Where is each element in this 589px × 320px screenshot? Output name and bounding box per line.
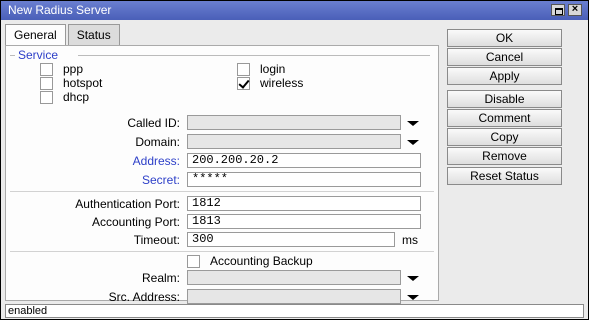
restore-icon[interactable] — [551, 4, 565, 16]
tab-status[interactable]: Status — [67, 24, 120, 45]
src-address-field[interactable] — [187, 289, 401, 304]
called-id-field[interactable] — [187, 115, 401, 130]
reset-status-button[interactable]: Reset Status — [447, 167, 562, 185]
copy-button[interactable]: Copy — [447, 128, 562, 146]
service-login-checkbox[interactable]: login — [237, 62, 285, 76]
comment-button[interactable]: Comment — [447, 109, 562, 127]
remove-button[interactable]: Remove — [447, 147, 562, 165]
checkbox-box[interactable] — [40, 76, 53, 90]
disable-button[interactable]: Disable — [447, 90, 562, 108]
checkbox-label: ppp — [63, 62, 84, 76]
radius-server-window: New Radius Server × General Status Servi… — [0, 0, 589, 320]
chevron-down-icon[interactable] — [407, 140, 419, 145]
domain-label: Domain: — [135, 135, 180, 149]
chevron-down-icon[interactable] — [407, 295, 419, 300]
src-address-label: Src. Address: — [108, 290, 180, 304]
checkbox-label: dhcp — [63, 90, 90, 104]
section-divider — [10, 251, 434, 252]
accounting-backup-checkbox[interactable]: Accounting Backup — [187, 254, 313, 268]
timeout-label: Timeout: — [133, 233, 180, 247]
acct-port-label: Accounting Port: — [91, 215, 180, 229]
domain-field[interactable] — [187, 134, 401, 149]
tab-general[interactable]: General — [5, 24, 66, 45]
group-divider — [78, 55, 430, 56]
secret-field[interactable]: ***** — [187, 172, 421, 187]
close-icon[interactable]: × — [568, 4, 582, 16]
timeout-unit: ms — [402, 233, 418, 247]
service-dhcp-checkbox[interactable]: dhcp — [40, 90, 89, 104]
tab-bar: General Status — [5, 24, 122, 45]
checkbox-label: login — [260, 62, 286, 76]
checkbox-box[interactable] — [237, 62, 250, 76]
window-controls: × — [551, 4, 582, 16]
realm-field[interactable] — [187, 270, 401, 285]
ok-button[interactable]: OK — [447, 29, 562, 47]
group-divider — [10, 55, 15, 56]
section-divider — [10, 191, 434, 192]
apply-button[interactable]: Apply — [447, 67, 562, 85]
address-field[interactable]: 200.200.20.2 — [187, 153, 421, 168]
auth-port-field[interactable]: 1812 — [187, 196, 421, 211]
chevron-down-icon[interactable] — [407, 121, 419, 126]
checkbox-box[interactable] — [40, 90, 53, 104]
called-id-label: Called ID: — [127, 116, 180, 130]
timeout-field[interactable]: 300 — [187, 232, 395, 247]
checkbox-box[interactable] — [40, 62, 53, 76]
service-wireless-checkbox[interactable]: wireless — [237, 76, 303, 90]
address-label: Address: — [132, 154, 180, 168]
secret-label: Secret: — [141, 173, 180, 187]
checkbox-label: Accounting Backup — [210, 254, 313, 268]
service-hotspot-checkbox[interactable]: hotspot — [40, 76, 102, 90]
checkbox-box-checked[interactable] — [237, 76, 250, 90]
window-title: New Radius Server — [8, 3, 112, 17]
cancel-button[interactable]: Cancel — [447, 48, 562, 66]
checkbox-box[interactable] — [187, 254, 200, 268]
service-group-label: Service — [18, 48, 59, 62]
title-bar[interactable]: New Radius Server × — [1, 1, 588, 20]
realm-label: Realm: — [141, 271, 180, 285]
checkbox-label: wireless — [260, 76, 304, 90]
general-panel: Service ppp login hotspot wireless dhcp … — [5, 45, 439, 304]
acct-port-field[interactable]: 1813 — [187, 214, 421, 229]
checkbox-label: hotspot — [63, 76, 103, 90]
service-ppp-checkbox[interactable]: ppp — [40, 62, 83, 76]
status-bar: enabled — [5, 304, 584, 318]
auth-port-label: Authentication Port: — [75, 197, 180, 211]
chevron-down-icon[interactable] — [407, 276, 419, 281]
